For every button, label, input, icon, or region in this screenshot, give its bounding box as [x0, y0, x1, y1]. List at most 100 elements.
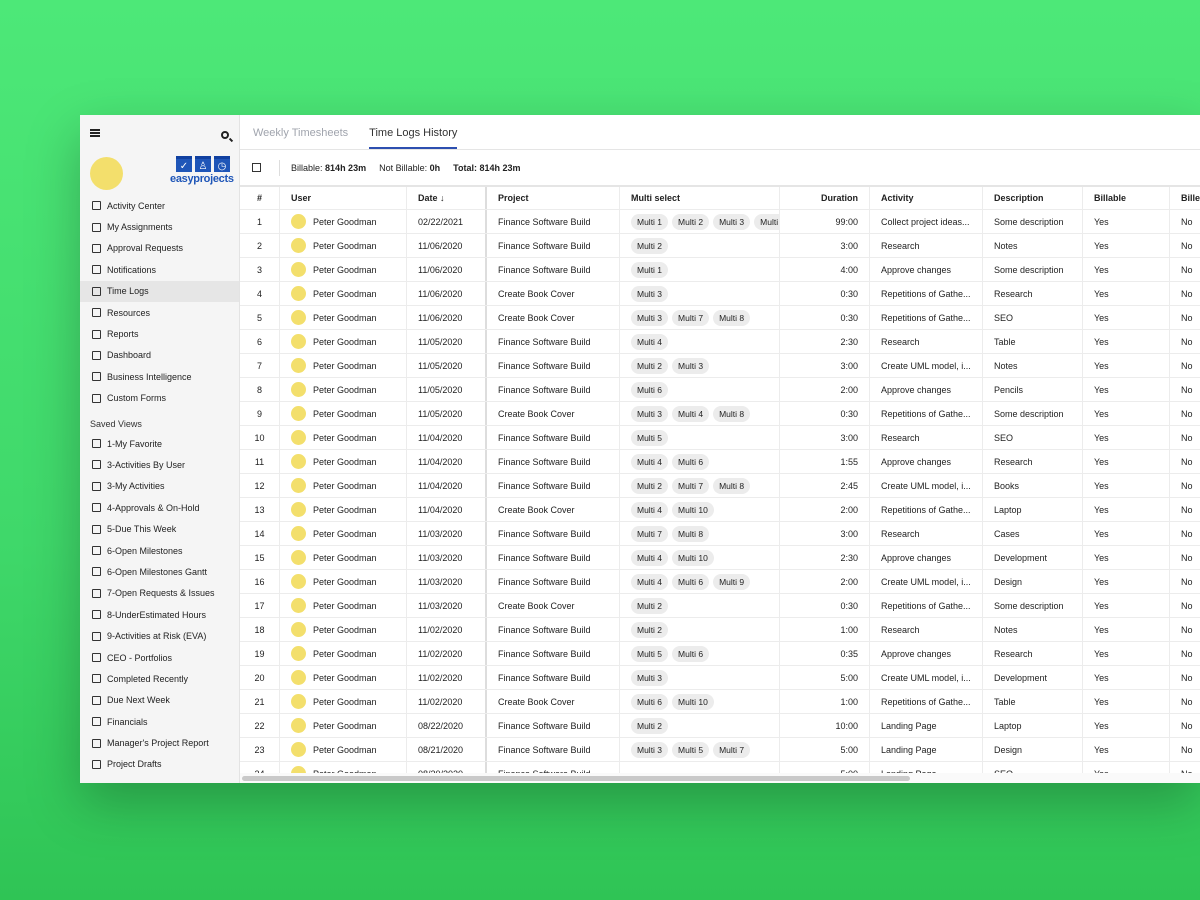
saved-view-item[interactable]: Financials [80, 711, 239, 732]
saved-view-label: 7-Open Requests & Issues [107, 588, 215, 599]
table-row[interactable]: 24Peter Goodman08/20/2020Finance Softwar… [240, 762, 1200, 773]
cell-text: Finance Software Build [498, 552, 591, 563]
table-row[interactable]: 1 Peter Goodman 02/22/2021 Finance Software… [240, 210, 1200, 234]
sidebar-item[interactable]: Activity Center [80, 195, 239, 216]
saved-view-item[interactable]: 3-My Activities [80, 476, 239, 497]
cell-text: Create UML model, i... [881, 360, 971, 371]
cell-date: 11/05/2020 [407, 354, 487, 377]
saved-view-item[interactable]: CEO - Portfolios [80, 647, 239, 668]
cell-text: Research [994, 648, 1033, 659]
table-row[interactable]: 15 Peter Goodman 11/03/2020 Finance Softwar… [240, 546, 1200, 570]
cell-project: Finance Software Build [487, 426, 620, 449]
cell-activity: Landing Page [870, 714, 983, 737]
column-header[interactable]: User [280, 187, 407, 209]
table-row[interactable]: 23 Peter Goodman 08/21/2020 Finance Softwar… [240, 738, 1200, 762]
scrollbar-thumb[interactable] [242, 776, 910, 781]
column-header[interactable]: Project [487, 187, 620, 209]
column-header[interactable]: Activity [870, 187, 983, 209]
horizontal-scrollbar[interactable] [240, 773, 1200, 783]
sidebar-item[interactable]: Reports [80, 323, 239, 344]
column-header[interactable]: Date ↓ [407, 187, 487, 209]
saved-view-item[interactable]: 9-Activities at Risk (EVA) [80, 625, 239, 646]
table-row[interactable]: 12 Peter Goodman 11/04/2020 Finance Softwar… [240, 474, 1200, 498]
cell-index: 3 [240, 258, 280, 281]
sidebar-item[interactable]: Approval Requests [80, 238, 239, 259]
table-icon [92, 588, 101, 598]
tab-1[interactable]: Time Logs History [369, 115, 458, 149]
table-row[interactable]: 6 Peter Goodman 11/05/2020 Finance Software… [240, 330, 1200, 354]
cell-user: Peter Goodman [280, 210, 407, 233]
cell-multi-select: Multi 2 [620, 594, 780, 617]
cell-text: 7 [256, 360, 262, 371]
table-row[interactable]: 14 Peter Goodman 11/03/2020 Finance Softwar… [240, 522, 1200, 546]
sidebar-item-label: Time Logs [107, 286, 149, 297]
saved-view-label: 4-Approvals & On-Hold [107, 502, 200, 513]
cell-text: No [1181, 528, 1193, 539]
search-icon[interactable] [221, 131, 229, 139]
sidebar-item[interactable]: Custom Forms [80, 388, 239, 409]
saved-view-item[interactable]: Manager's Project Report [80, 732, 239, 753]
user-avatar[interactable] [90, 157, 123, 190]
table-row[interactable]: 9 Peter Goodman 11/05/2020 Create Book Cove… [240, 402, 1200, 426]
column-header[interactable]: # [240, 187, 280, 209]
table-row[interactable]: 4 Peter Goodman 11/06/2020 Create Book Cove… [240, 282, 1200, 306]
saved-view-item[interactable]: 6-Open Milestones [80, 540, 239, 561]
cell-description: Design [983, 570, 1083, 593]
sidebar-item[interactable]: Notifications [80, 259, 239, 280]
cell-multi-select: Multi 4 Multi 10 [620, 546, 780, 569]
cell-text: No [1181, 552, 1193, 563]
cell-user: Peter Goodman [280, 402, 407, 425]
table-row[interactable]: 8 Peter Goodman 11/05/2020 Finance Software… [240, 378, 1200, 402]
table-row[interactable]: 16 Peter Goodman 11/03/2020 Finance Softwar… [240, 570, 1200, 594]
table-icon [92, 695, 101, 705]
column-header[interactable]: Duration [780, 187, 870, 209]
sidebar-item[interactable]: My Assignments [80, 216, 239, 237]
saved-view-item[interactable]: 1-My Favorite [80, 433, 239, 454]
cell-text: No [1181, 720, 1193, 731]
cell-description: Some description [983, 258, 1083, 281]
table-row[interactable]: 18 Peter Goodman 11/02/2020 Finance Softwar… [240, 618, 1200, 642]
cell-text: Yes [1094, 336, 1109, 347]
cell-text: 0:30 [840, 288, 858, 299]
table-row[interactable]: 5 Peter Goodman 11/06/2020 Create Book Cove… [240, 306, 1200, 330]
cell-user: Peter Goodman [280, 522, 407, 545]
sidebar-item[interactable]: Time Logs [80, 280, 239, 302]
saved-view-item[interactable]: 3-Activities By User [80, 454, 239, 475]
saved-view-item[interactable]: Completed Recently [80, 668, 239, 689]
table-row[interactable]: 13 Peter Goodman 11/04/2020 Create Book Cov… [240, 498, 1200, 522]
cell-date: 11/02/2020 [407, 642, 487, 665]
cell-text: Repetitions of Gathe... [881, 312, 971, 323]
table-row[interactable]: 7 Peter Goodman 11/05/2020 Finance Software… [240, 354, 1200, 378]
cell-text: Notes [994, 360, 1018, 371]
column-header[interactable]: Description [983, 187, 1083, 209]
column-header[interactable]: Billed [1170, 187, 1200, 209]
cell-billable: Yes [1083, 498, 1170, 521]
sidebar-item[interactable]: Dashboard [80, 345, 239, 366]
table-row[interactable]: 11 Peter Goodman 11/04/2020 Finance Softwar… [240, 450, 1200, 474]
table-row[interactable]: 20 Peter Goodman 11/02/2020 Finance Softwar… [240, 666, 1200, 690]
table-row[interactable]: 19 Peter Goodman 11/02/2020 Finance Softwar… [240, 642, 1200, 666]
table-row[interactable]: 3 Peter Goodman 11/06/2020 Finance Software… [240, 258, 1200, 282]
table-row[interactable]: 10 Peter Goodman 11/04/2020 Finance Softwar… [240, 426, 1200, 450]
menu-icon[interactable] [90, 129, 100, 137]
saved-view-item[interactable]: 7-Open Requests & Issues [80, 583, 239, 604]
copy-icon[interactable] [252, 163, 261, 172]
saved-view-item[interactable]: 5-Due This Week [80, 518, 239, 539]
tab-0[interactable]: Weekly Timesheets [253, 115, 348, 149]
saved-view-item[interactable]: Project Drafts [80, 754, 239, 775]
table-row[interactable]: 21 Peter Goodman 11/02/2020 Create Book Cov… [240, 690, 1200, 714]
table-row[interactable]: 2 Peter Goodman 11/06/2020 Finance Software… [240, 234, 1200, 258]
table-row[interactable]: 17 Peter Goodman 11/03/2020 Create Book Cov… [240, 594, 1200, 618]
column-header[interactable]: Billable [1083, 187, 1170, 209]
table-row[interactable]: 22 Peter Goodman 08/22/2020 Finance Softwar… [240, 714, 1200, 738]
multi-chip: Multi 10 [672, 693, 714, 710]
sidebar-item[interactable]: Resources [80, 302, 239, 323]
sidebar-item[interactable]: Business Intelligence [80, 366, 239, 387]
cell-billed: No [1170, 498, 1200, 521]
cell-date: 11/04/2020 [407, 474, 487, 497]
saved-view-item[interactable]: Due Next Week [80, 690, 239, 711]
saved-view-item[interactable]: 8-UnderEstimated Hours [80, 604, 239, 625]
column-header[interactable]: Multi select [620, 187, 780, 209]
saved-view-item[interactable]: 6-Open Milestones Gantt [80, 561, 239, 582]
saved-view-item[interactable]: 4-Approvals & On-Hold [80, 497, 239, 518]
